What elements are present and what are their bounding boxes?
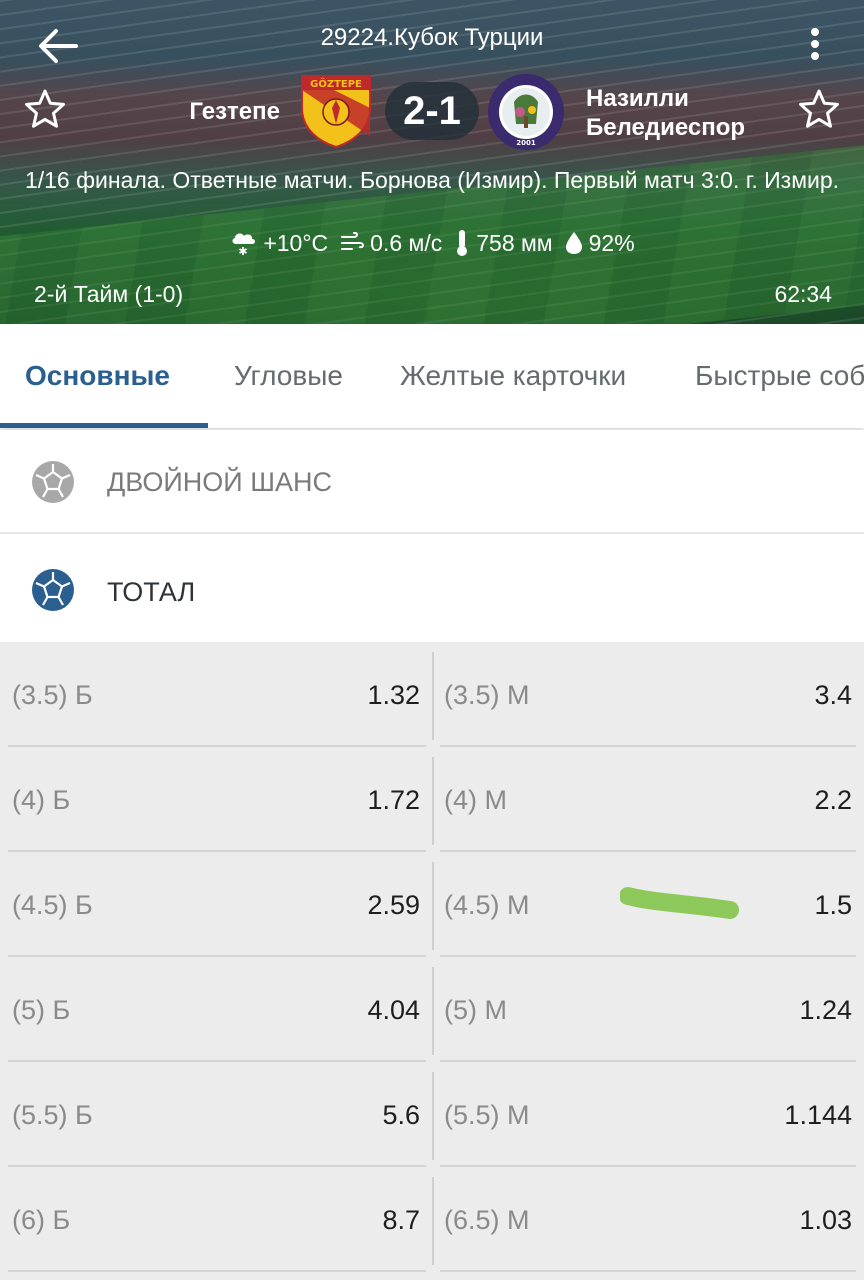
odds-value: 1.5 [814,890,852,920]
odds-row: (4) Б 1.72 (4) М 2.2 [0,747,864,852]
home-team-logo: GÖZTEPE [301,75,371,148]
weather-temperature: +10°C [229,230,328,257]
away-team-name: Назилли Беледиеспор [586,84,786,142]
column-divider [432,862,434,950]
odds-row: (5.5) Б 5.6 (5.5) М 1.144 [0,1062,864,1167]
odds-value: 8.7 [382,1205,420,1235]
odds-value: 1.72 [367,785,420,815]
wind-icon [341,232,365,250]
odds-cell-over[interactable]: (5) Б 4.04 [8,957,426,1062]
soccer-ball-icon [32,569,74,611]
odds-cell-under[interactable]: (4) М 2.2 [440,747,856,852]
odds-value: 5.6 [382,1100,420,1130]
weather-humidity: 92% [565,230,635,257]
match-clock: 62:34 [774,281,832,307]
home-team-name: Гезтепе [189,98,280,125]
odds-cell-under[interactable]: (3.5) М 3.4 [440,642,856,747]
tab-quick-events[interactable]: Быстрые события [695,360,864,392]
odds-cell-over[interactable]: (3.5) Б 1.32 [8,642,426,747]
odds-label: (4.5) Б [12,890,93,920]
weather-wind: 0.6 м/с [340,230,442,257]
tab-yellow-cards[interactable]: Желтые карточки [400,360,626,392]
odds-label: (5.5) М [444,1100,530,1130]
odds-value: 1.32 [367,680,420,710]
odds-cell-under[interactable]: (6.5) М 1.03 [440,1167,856,1272]
away-team-name-line2: Беледиеспор [586,114,746,141]
pressure-value: 758 мм [476,229,553,256]
temperature-value: +10°C [263,229,329,256]
snow-cloud-icon [232,233,256,255]
odds-value: 3.4 [814,680,852,710]
odds-cell-under[interactable]: (5) М 1.24 [440,957,856,1062]
total-odds-grid: (3.5) Б 1.32 (3.5) М 3.4 (4) Б 1.72 (4) … [0,642,864,1280]
soccer-ball-icon [32,461,74,503]
odds-label: (5) М [444,995,507,1025]
odds-label: (3.5) Б [12,680,93,710]
home-logo-text: GÖZTEPE [310,76,362,90]
section-title-total: ТОТАЛ [107,577,196,607]
column-divider [432,1177,434,1265]
weather-pressure: 758 мм [454,229,553,257]
favorite-home-star-icon[interactable] [24,88,66,130]
svg-text:2001: 2001 [516,139,536,147]
odds-cell-over[interactable]: (5.5) Б 5.6 [8,1062,426,1167]
market-tabs: Основные Угловые Желтые карточки Быстрые… [0,324,864,428]
odds-label: (6.5) М [444,1205,530,1235]
match-period: 2-й Тайм (1-0) [34,281,184,307]
green-marker-highlight [620,887,739,919]
away-team-logo: 2001 [488,74,564,150]
active-tab-indicator [0,423,208,428]
odds-label: (4) М [444,785,507,815]
odds-cell-over[interactable]: (4.5) Б 2.59 [8,852,426,957]
away-team-name-line1: Назилли [586,85,689,112]
more-options-icon[interactable] [800,24,830,64]
odds-row: (3.5) Б 1.32 (3.5) М 3.4 [0,642,864,747]
odds-row: (5) Б 4.04 (5) М 1.24 [0,957,864,1062]
odds-cell-over[interactable]: (6) Б 8.7 [8,1167,426,1272]
odds-value: 4.04 [367,995,420,1025]
odds-value: 2.2 [814,785,852,815]
odds-row: (6) Б 8.7 (6.5) М 1.03 [0,1167,864,1272]
odds-label: (5) Б [12,995,71,1025]
section-total[interactable]: ТОТАЛ [0,536,864,642]
column-divider [432,967,434,1055]
match-stage-info: 1/16 финала. Ответные матчи. Борнова (Из… [24,167,840,193]
odds-value: 1.03 [799,1205,852,1235]
odds-label: (6) Б [12,1205,71,1235]
match-header: 29224.Кубок Турции Гезтепе GÖZTEPE 2-1 2… [0,0,864,324]
tab-main[interactable]: Основные [25,360,170,392]
odds-cell-under[interactable]: (5.5) М 1.144 [440,1062,856,1167]
odds-value: 2.59 [367,890,420,920]
column-divider [432,1072,434,1160]
favorite-away-star-icon[interactable] [798,88,840,130]
tournament-title: 29224.Кубок Турции [320,24,544,51]
odds-value: 1.144 [784,1100,852,1130]
tab-corners[interactable]: Угловые [234,360,343,392]
odds-label: (4.5) М [444,890,530,920]
humidity-value: 92% [588,229,635,256]
odds-value: 1.24 [799,995,852,1025]
odds-cell-over[interactable]: (4) Б 1.72 [8,747,426,852]
match-score: 2-1 [385,82,479,140]
odds-label: (3.5) М [444,680,530,710]
odds-label: (5.5) Б [12,1100,93,1130]
thermometer-icon [457,230,468,256]
water-drop-icon [565,232,582,254]
column-divider [432,652,434,740]
weather-bar: +10°C 0.6 м/с 758 мм 92% [0,229,864,257]
section-double-chance[interactable]: ДВОЙНОЙ ШАНС [0,430,864,534]
section-title-double-chance: ДВОЙНОЙ ШАНС [107,467,332,497]
column-divider [432,757,434,845]
odds-label: (4) Б [12,785,71,815]
wind-value: 0.6 м/с [370,229,443,256]
